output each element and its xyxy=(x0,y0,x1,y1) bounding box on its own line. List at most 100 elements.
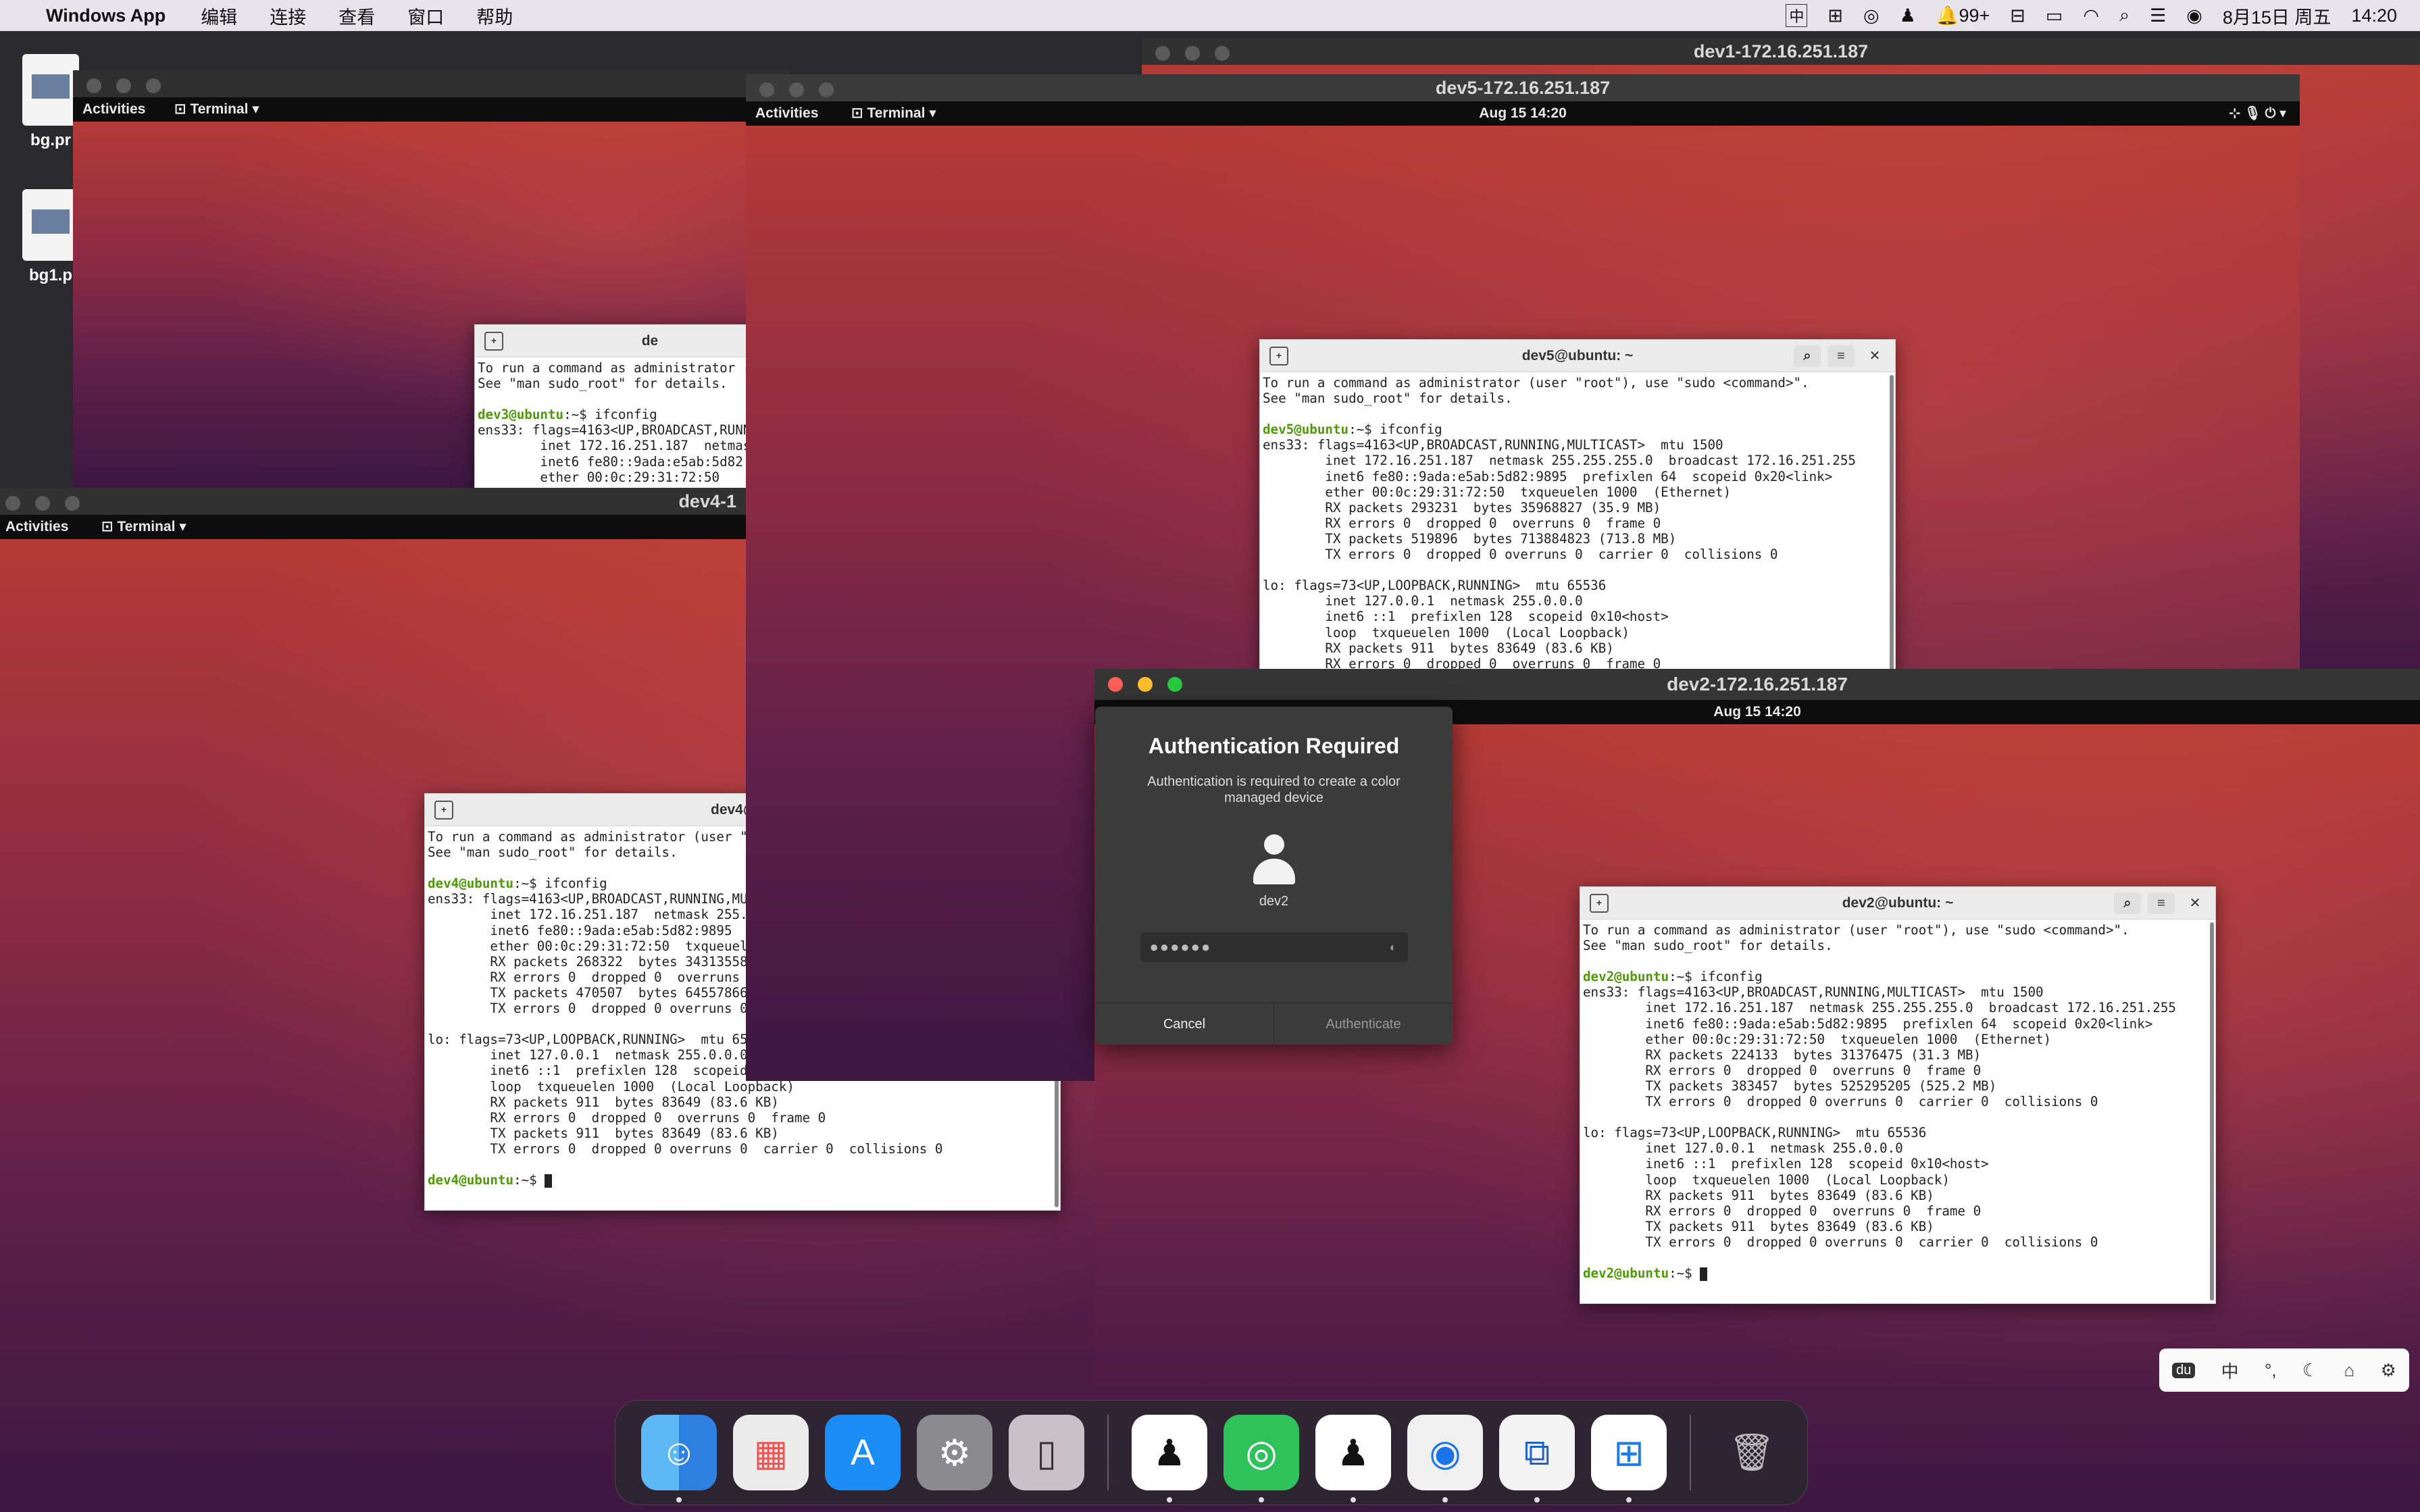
system-settings-icon[interactable]: ⚙ xyxy=(917,1415,992,1490)
terminal-line: ether 00:0c:29:31:72:50 txqueuel xyxy=(428,938,748,954)
spotlight-search-icon[interactable]: ⌕ xyxy=(2119,5,2129,26)
close-icon[interactable]: ✕ xyxy=(1861,345,1888,367)
terminal-actions: ⌕ ≡ ✕ xyxy=(2114,892,2209,914)
terminal-line: TX errors 0 dropped 0 overruns 0 xyxy=(428,1001,748,1017)
search-icon[interactable]: ⌕ xyxy=(1794,345,1821,367)
terminal-line: inet6 fe80::9ada:e5ab:5d82:9895 xyxy=(428,922,732,938)
ime-skin-icon[interactable]: ⌂ xyxy=(2344,1360,2354,1381)
gnome-clock[interactable]: Aug 15 14:20 xyxy=(746,101,2300,126)
terminal-line: RX errors 0 dropped 0 overruns 0 frame 0 xyxy=(1263,515,1661,531)
window-titlebar[interactable] xyxy=(73,70,789,97)
siri-icon[interactable]: ◉ xyxy=(2186,5,2202,26)
ime-punctuation-toggle[interactable]: °, xyxy=(2265,1360,2277,1381)
terminal-line: TX errors 0 dropped 0 overruns 0 carrier… xyxy=(1263,547,1778,563)
scrollbar[interactable] xyxy=(2210,922,2214,1301)
menu-window[interactable]: 窗口 xyxy=(407,3,444,29)
terminal-output[interactable]: To run a command as administrator (user … xyxy=(1580,919,2215,1284)
terminal-menu[interactable]: ⊡ Terminal ▾ xyxy=(101,515,186,539)
prompt-user: dev4@ubuntu xyxy=(428,876,514,892)
terminal-titlebar[interactable]: + dev5@ubuntu: ~ ⌕ ≡ ✕ xyxy=(1260,340,1895,372)
terminal-line: To run a command as administrator (user … xyxy=(1583,922,2129,938)
search-icon[interactable]: ⌕ xyxy=(2114,892,2141,914)
terminal-window[interactable]: + de To run a command as administrator (… xyxy=(474,324,789,489)
hamburger-menu-icon[interactable]: ≡ xyxy=(2148,892,2175,914)
ime-logo-icon[interactable]: du xyxy=(2172,1362,2196,1378)
terminal-line: See "man sudo_root" for details. xyxy=(1583,938,1833,954)
vmware-fusion-icon[interactable]: ⧉ xyxy=(1499,1415,1575,1503)
new-tab-icon[interactable]: + xyxy=(1269,347,1288,366)
window-controls[interactable] xyxy=(759,82,834,97)
hamburger-menu-icon[interactable]: ≡ xyxy=(1827,345,1855,367)
menu-time[interactable]: 14:20 xyxy=(2351,5,2397,26)
menu-connect[interactable]: 连接 xyxy=(270,3,306,29)
terminal-line: TX packets 911 bytes 83649 (83.6 KB) xyxy=(428,1125,779,1141)
terminal-window[interactable]: + dev2@ubuntu: ~ ⌕ ≡ ✕ To run a command … xyxy=(1580,886,2216,1304)
new-tab-icon[interactable]: + xyxy=(484,332,503,351)
zoom-window-button[interactable] xyxy=(1167,677,1182,692)
battery-icon[interactable]: ▭ xyxy=(2046,5,2063,26)
terminal-menu[interactable]: ⊡ Terminal ▾ xyxy=(174,97,259,122)
windows-app-icon[interactable]: ⊞ xyxy=(1591,1415,1667,1503)
minimize-window-button[interactable] xyxy=(1138,677,1153,692)
authenticate-button[interactable]: Authenticate xyxy=(1274,1003,1453,1044)
terminal-line: TX packets 470507 bytes 64557866 xyxy=(428,984,748,1001)
chrome-icon[interactable]: ◉ xyxy=(1407,1415,1483,1503)
terminal-line: ether 00:0c:29:31:72:50 txqueuelen 1000 … xyxy=(1583,1031,2052,1047)
wifi-icon[interactable]: ◠ xyxy=(2083,5,2099,26)
window-titlebar[interactable]: dev1-172.16.251.187 xyxy=(1142,38,2420,65)
notification-badge[interactable]: 🔔99+ xyxy=(1936,5,1990,26)
password-field[interactable]: ●●●●●● ◐ xyxy=(1140,932,1408,962)
show-password-icon[interactable]: ◐ xyxy=(1390,932,1398,962)
app-store-icon[interactable]: A xyxy=(825,1415,901,1490)
menu-date[interactable]: 8月15日 周五 xyxy=(2223,3,2331,29)
terminal-output[interactable]: To run a command as administrator (user … xyxy=(1260,372,1895,674)
window-titlebar[interactable]: dev5-172.16.251.187 xyxy=(746,74,2300,101)
dock: ☺ ▦ A ⚙ ▯ ♟ ◎ ♟ ◉ ⧉ ⊞ 🗑 xyxy=(615,1400,1808,1505)
window-controls[interactable] xyxy=(1155,46,1230,61)
terminal-line: inet6 ::1 prefixlen 128 scopeid 0x10<hos… xyxy=(1583,1156,1989,1172)
new-tab-icon[interactable]: + xyxy=(1590,894,1609,913)
password-value: ●●●●●● xyxy=(1149,938,1212,955)
window-controls[interactable] xyxy=(86,78,161,93)
system-menu-icons[interactable]: ⊹ 🎙 ⏻ ▾ xyxy=(2229,101,2286,126)
close-icon[interactable]: ✕ xyxy=(2182,892,2209,914)
qq-icon[interactable]: ♟ xyxy=(1900,5,1916,26)
wechat-icon[interactable]: ◎ xyxy=(1224,1415,1299,1503)
iphone-mirroring-icon[interactable]: ▯ xyxy=(1009,1415,1084,1490)
control-center-icon[interactable]: ☰ xyxy=(2150,5,2166,26)
terminal-line: inet6 fe80::9ada:e5ab:5d82:9895 prefixle… xyxy=(1263,468,1833,484)
input-method-indicator[interactable]: 中 xyxy=(1786,4,1808,27)
input-source-icon[interactable]: ⊟ xyxy=(2010,5,2025,26)
window-titlebar[interactable]: dev2-172.16.251.187 xyxy=(1094,669,2420,700)
ime-settings-icon[interactable]: ⚙ xyxy=(2380,1360,2396,1381)
app-name[interactable]: Windows App xyxy=(46,5,166,26)
ime-moon-icon[interactable]: ☾ xyxy=(2302,1360,2318,1381)
menu-help[interactable]: 帮助 xyxy=(476,3,513,29)
qq-icon[interactable]: ♟ xyxy=(1315,1415,1391,1503)
qq-icon[interactable]: ♟ xyxy=(1132,1415,1207,1503)
activities-button[interactable]: Activities xyxy=(82,97,145,122)
menu-edit[interactable]: 编辑 xyxy=(201,3,237,29)
window-controls[interactable] xyxy=(5,496,80,511)
close-window-button[interactable] xyxy=(1108,677,1123,692)
terminal-titlebar[interactable]: + dev2@ubuntu: ~ ⌕ ≡ ✕ xyxy=(1580,887,2215,919)
menu-view[interactable]: 查看 xyxy=(338,3,375,29)
terminal-titlebar[interactable]: + de xyxy=(475,325,789,357)
window-controls[interactable] xyxy=(1108,677,1182,692)
launchpad-icon[interactable]: ▦ xyxy=(733,1415,809,1490)
terminal-output[interactable]: To run a command as administrator ( See … xyxy=(475,357,789,488)
terminal-line: dev2@ubuntu:~$ xyxy=(1583,1265,1708,1281)
windows-icon[interactable]: ⊞ xyxy=(1827,5,1843,26)
ime-language-toggle[interactable]: 中 xyxy=(2221,1358,2239,1383)
trash-icon[interactable]: 🗑 xyxy=(1714,1415,1790,1490)
vm-window-dev3[interactable]: Activities ⊡ Terminal ▾ + de To run a co… xyxy=(73,70,789,489)
new-tab-icon[interactable]: + xyxy=(434,801,453,820)
terminal-line: dev2@ubuntu:~$ ifconfig xyxy=(1583,969,1763,985)
activities-button[interactable]: Activities xyxy=(5,515,68,539)
terminal-menu-label: Terminal xyxy=(190,101,249,117)
terminal-title: dev2@ubuntu: ~ xyxy=(1842,895,1954,911)
wechat-icon[interactable]: ◎ xyxy=(1863,5,1880,26)
finder-icon[interactable]: ☺ xyxy=(641,1415,717,1503)
terminal-menu-label: Terminal xyxy=(117,519,176,534)
cancel-button[interactable]: Cancel xyxy=(1095,1003,1274,1044)
